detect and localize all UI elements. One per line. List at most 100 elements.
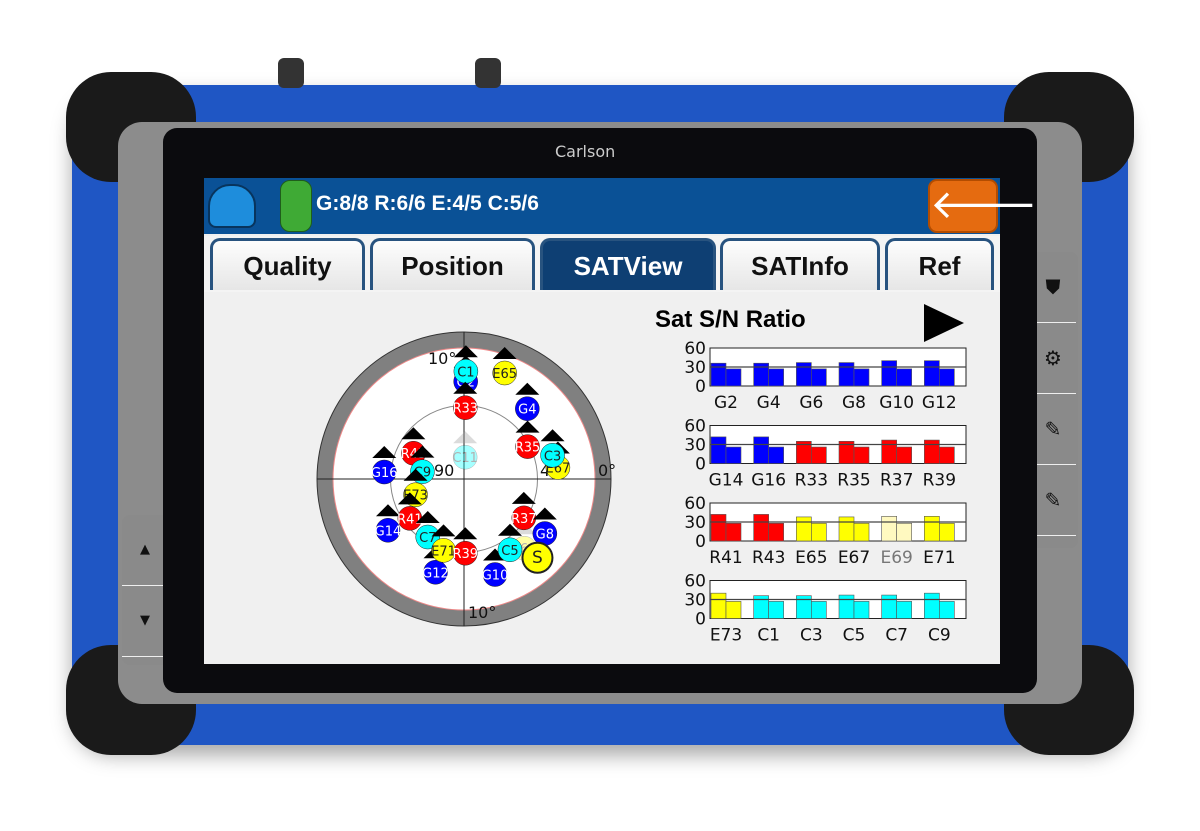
y-tick-label: 30 [684,513,706,533]
sn-ratio-title: Sat S/N Ratio [655,306,806,333]
y-tick-label: 30 [684,591,706,611]
label-center: 90 [434,461,454,480]
x-tick-label: G14 [709,471,744,491]
x-tick-label: C9 [928,626,951,646]
side-button-panel: ⛊ ⚙ ✎ ✎ [1030,252,1078,548]
label-right: 0° [598,461,616,480]
x-tick-label: R43 [752,548,785,568]
sn-bar-E73-1 [710,592,727,619]
gnss-rover-icon[interactable] [280,180,312,232]
x-tick-label: E67 [838,548,870,568]
satellite-label: S [532,548,543,568]
x-tick-label: C5 [843,626,866,646]
sn-bar-C3-2 [811,601,827,619]
sn-bar-E67-1 [838,516,855,542]
satellite-label: R35 [515,441,541,456]
satellite-label: C11 [452,451,478,466]
x-tick-label: R41 [709,548,742,568]
sn-bar-G10-1 [881,360,897,387]
x-tick-label: G8 [842,393,866,413]
sn-bar-G6-2 [811,368,827,387]
satellite-label: E65 [492,367,517,382]
y-tick-label: 0 [695,610,706,630]
sn-bar-C7-2 [896,601,912,619]
sn-bar-E69-2 [896,522,912,542]
y-tick-label: 0 [695,377,706,397]
sn-bar-G8-1 [838,362,855,387]
sn-bar-C9-2 [939,601,955,619]
satellite-label: R39 [453,547,479,562]
y-tick-label: 30 [684,436,706,456]
sn-bar-R39-2 [939,446,955,464]
app-window: G:8/8 R:6/6 E:4/5 C:5/6 🡐 Quality Positi… [204,178,1037,664]
sn-bar-E65-2 [811,522,827,542]
helmet-icon[interactable] [208,184,256,228]
satellite-label: R33 [452,402,478,417]
tab-quality[interactable]: Quality [210,238,365,290]
tab-position[interactable]: Position [370,238,535,290]
sn-bar-R35-2 [853,446,870,464]
x-tick-label: E65 [795,548,827,568]
x-tick-label: C3 [800,626,823,646]
satellite-label: G16 [371,466,398,481]
next-page-button[interactable] [924,304,964,342]
sn-ratio-chart: 03060G2 G4 G6 G8 G10 G1203060G14 G16 R33 R35 R37 R… [684,339,967,646]
x-tick-label: R35 [837,471,870,491]
x-tick-label: G4 [757,393,781,413]
y-tick-label: 60 [684,494,706,514]
satellite-label: C3 [544,449,561,464]
y-tick-label: 30 [684,358,706,378]
satellite-count-status: G:8/8 R:6/6 E:4/5 C:5/6 [316,192,539,215]
sn-bar-E67-2 [853,522,870,542]
antenna-connector [475,58,501,88]
tab-bar: Quality Position SATView SATInfo Ref [204,236,1000,292]
sn-bar-G4-2 [768,368,784,387]
x-tick-label: E73 [710,626,742,646]
arrow-up-icon[interactable]: ▲ [122,515,168,586]
sn-bar-C5-1 [838,594,855,619]
sn-bar-G10-2 [896,368,912,387]
sn-bar-G12-2 [939,368,955,387]
header-bar: G:8/8 R:6/6 E:4/5 C:5/6 🡐 [204,178,1037,234]
x-tick-label: R37 [880,471,913,491]
back-button[interactable]: 🡐 [928,179,1037,233]
sn-bar-G16-2 [768,446,784,464]
satellite-label: C1 [457,365,474,380]
skyplot: 10°10°0°9045G2C1E65R33G4R35E67C3C11G16R4… [316,331,616,627]
satellite-label: G8 [536,528,554,543]
tab-satview[interactable]: SATView [540,238,716,290]
satellite-label: C5 [501,544,518,559]
satellite-S: S [521,541,554,574]
sn-bar-E73-2 [725,601,742,619]
sn-bar-G14-1 [710,436,727,464]
sn-bar-G16-1 [753,436,769,464]
label-bottom: 10° [468,603,496,622]
sn-bar-E71-2 [939,522,955,542]
sn-bar-C1-2 [768,601,784,619]
y-tick-label: 60 [684,572,706,592]
satellite-label: R37 [511,512,537,527]
sn-bar-R41-2 [725,522,742,542]
x-tick-label: E69 [880,548,912,568]
tab-ref[interactable]: Ref [885,238,994,290]
tab-satinfo[interactable]: SATInfo [720,238,880,290]
x-tick-label: G16 [751,471,786,491]
label-top: 10° [428,349,456,368]
satellite-label: G4 [518,403,536,418]
x-tick-label: R39 [923,471,956,491]
nav-button-panel: ▲ ▼ [122,515,168,665]
arrow-down-icon[interactable]: ▼ [122,586,168,657]
x-tick-label: G2 [714,393,738,413]
sn-bar-R37-1 [881,439,897,464]
sn-bar-C5-2 [853,601,870,619]
x-tick-label: E71 [923,548,955,568]
x-tick-label: G12 [922,393,957,413]
sn-bar-E69-1 [881,516,897,542]
x-tick-label: G6 [799,393,823,413]
x-tick-label: G10 [879,393,914,413]
satellite-label: R41 [397,512,423,527]
satellite-label: G12 [422,566,449,581]
sn-bar-R37-2 [896,446,912,464]
sn-bar-R43-2 [768,522,784,542]
sn-bar-E71-1 [924,516,940,542]
